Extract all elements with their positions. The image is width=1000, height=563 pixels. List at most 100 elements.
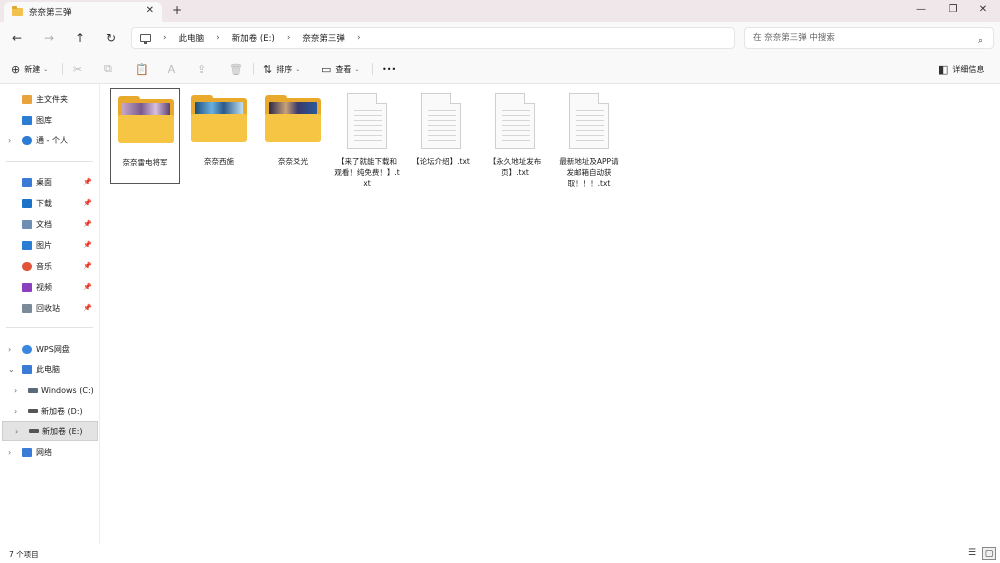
scissors-icon: ✂ xyxy=(73,62,83,76)
navigation-pane: 主文件夹 图库 › 通 - 个人 桌面 📌 下载 📌 文档 📌 图片 📌 音乐 … xyxy=(0,84,100,544)
chevron-right-icon[interactable]: › xyxy=(8,136,11,145)
share-icon: ⇪ xyxy=(197,62,207,76)
chevron-right-icon[interactable]: › xyxy=(8,448,11,457)
search-input[interactable]: 在 奈奈第三弹 中搜索 ⌕ xyxy=(744,27,994,49)
sidebar-item-music[interactable]: 音乐 📌 xyxy=(2,256,98,276)
file-name: 奈奈爻光 xyxy=(278,157,308,166)
drive-icon xyxy=(28,409,38,413)
more-options-button[interactable]: ••• xyxy=(382,62,396,76)
chevron-right-icon[interactable]: › xyxy=(14,386,17,395)
folder-icon xyxy=(118,96,174,143)
new-tab-button[interactable]: + xyxy=(172,3,182,17)
chevron-right-icon[interactable]: › xyxy=(163,33,167,43)
details-pane-button[interactable]: ◧ 详细信息 xyxy=(938,62,984,76)
tab-close-icon[interactable]: ✕ xyxy=(146,5,154,16)
file-list: 奈奈雷电将军 奈奈西施 奈奈爻光 【来了就能下载和观看！纯免费！】.txt 【论… xyxy=(101,84,1000,544)
sidebar-item-documents[interactable]: 文档 📌 xyxy=(2,214,98,234)
sidebar-item-wps-drive[interactable]: › WPS网盘 xyxy=(2,339,98,359)
folder-item[interactable]: 奈奈西施 xyxy=(184,88,254,184)
paste-button[interactable]: 📋 xyxy=(135,62,153,76)
cloud-icon xyxy=(22,135,32,145)
txt-file-item[interactable]: 最新地址及APP请发邮箱自动获取！！！.txt xyxy=(554,88,624,188)
copy-button[interactable]: ⧉ xyxy=(104,62,116,76)
chevron-right-icon[interactable]: › xyxy=(15,427,18,436)
gallery-icon xyxy=(22,115,32,125)
address-field[interactable]: › 此电脑 › 新加卷 (E:) › 奈奈第三弹 › xyxy=(131,27,735,49)
sidebar-item-onedrive[interactable]: › 通 - 个人 xyxy=(2,130,98,150)
sidebar-item-gallery[interactable]: 图库 xyxy=(2,110,98,130)
file-name: 【来了就能下载和观看！纯免费！】.txt xyxy=(334,157,400,188)
view-button[interactable]: ▭ 查看 ⌄ xyxy=(321,62,359,76)
share-button[interactable]: ⇪ xyxy=(197,62,210,76)
pin-icon: 📌 xyxy=(83,283,92,291)
sidebar-item-this-pc[interactable]: ⌄ 此电脑 xyxy=(2,359,98,379)
sidebar-item-videos[interactable]: 视频 📌 xyxy=(2,277,98,297)
file-name: 【论坛介绍】.txt xyxy=(412,157,470,166)
new-button-label: 新建 xyxy=(24,64,41,74)
minimize-button[interactable]: — xyxy=(906,2,936,18)
chevron-right-icon[interactable]: › xyxy=(357,33,361,43)
folder-item[interactable]: 奈奈爻光 xyxy=(258,88,328,184)
refresh-button[interactable]: ↻ xyxy=(103,30,119,46)
video-icon xyxy=(22,282,32,292)
back-button[interactable]: ← xyxy=(9,30,25,46)
folder-icon xyxy=(12,6,23,16)
sidebar-item-drive-c[interactable]: › Windows (C:) xyxy=(2,380,98,400)
sidebar-item-desktop[interactable]: 桌面 📌 xyxy=(2,172,98,192)
folder-item[interactable]: 奈奈雷电将军 xyxy=(110,88,180,184)
chevron-down-icon[interactable]: ⌄ xyxy=(8,365,15,374)
new-button[interactable]: ⊕ 新建 ⌄ xyxy=(11,62,48,76)
sidebar-item-label: 回收站 xyxy=(36,303,60,313)
command-bar: ⊕ 新建 ⌄ ✂ ⧉ 📋 Ａ ⇪ 🗑 ⇅ 排序 ⌄ ▭ 查看 ⌄ ••• ◧ 详… xyxy=(0,54,1000,84)
sidebar-item-network[interactable]: › 网络 xyxy=(2,442,98,462)
chevron-right-icon[interactable]: › xyxy=(216,33,220,43)
sidebar-item-drive-e[interactable]: › 新加卷 (E:) xyxy=(2,421,98,441)
file-name: 最新地址及APP请发邮箱自动获取！！！.txt xyxy=(559,157,619,188)
delete-button[interactable]: 🗑 xyxy=(229,62,247,76)
close-button[interactable]: ✕ xyxy=(968,2,998,18)
file-name: 奈奈雷电将军 xyxy=(122,158,168,167)
sidebar-item-label: 新加卷 (D:) xyxy=(41,406,83,416)
chevron-right-icon[interactable]: › xyxy=(14,407,17,416)
drive-icon xyxy=(29,429,39,433)
up-button[interactable]: ↑ xyxy=(72,30,88,46)
txt-file-item[interactable]: 【来了就能下载和观看！纯免费！】.txt xyxy=(332,88,402,188)
item-count: 7 个项目 xyxy=(9,550,39,559)
breadcrumb-this-pc[interactable]: 此电脑 xyxy=(179,32,205,44)
search-icon[interactable]: ⌕ xyxy=(978,31,983,51)
pin-icon: 📌 xyxy=(83,262,92,270)
cut-button[interactable]: ✂ xyxy=(73,62,86,76)
sidebar-item-drive-d[interactable]: › 新加卷 (D:) xyxy=(2,401,98,421)
computer-icon xyxy=(140,34,151,44)
file-name: 【永久地址发布页】.txt xyxy=(488,157,542,177)
file-name: 奈奈西施 xyxy=(204,157,234,166)
sidebar-item-recycle-bin[interactable]: 回收站 📌 xyxy=(2,298,98,318)
txt-file-item[interactable]: 【论坛介绍】.txt xyxy=(406,88,476,184)
chevron-right-icon[interactable]: › xyxy=(287,33,291,43)
details-view-button[interactable]: ☰ xyxy=(965,547,979,560)
clipboard-icon: 📋 xyxy=(135,62,149,76)
tab-current[interactable]: 奈奈第三弹 ✕ xyxy=(4,2,162,22)
network-icon xyxy=(22,447,32,457)
rename-button[interactable]: Ａ xyxy=(166,62,181,76)
sidebar-item-pictures[interactable]: 图片 📌 xyxy=(2,235,98,255)
sidebar-item-label: 新加卷 (E:) xyxy=(42,426,83,436)
sidebar-item-label: WPS网盘 xyxy=(36,344,70,354)
large-icons-view-button[interactable]: ▢ xyxy=(982,547,996,560)
desktop-icon xyxy=(22,177,32,187)
restore-button[interactable]: ❐ xyxy=(938,2,968,18)
sidebar-item-home[interactable]: 主文件夹 xyxy=(2,89,98,109)
sidebar-item-label: 图库 xyxy=(36,115,52,125)
pin-icon: 📌 xyxy=(83,199,92,207)
sidebar-item-downloads[interactable]: 下载 📌 xyxy=(2,193,98,213)
txt-file-item[interactable]: 【永久地址发布页】.txt xyxy=(480,88,550,184)
sort-button[interactable]: ⇅ 排序 ⌄ xyxy=(263,62,300,76)
copy-icon: ⧉ xyxy=(104,62,112,75)
rename-icon: Ａ xyxy=(166,63,177,76)
breadcrumb-drive-e[interactable]: 新加卷 (E:) xyxy=(232,32,275,44)
breadcrumb-current-folder[interactable]: 奈奈第三弹 xyxy=(302,32,345,44)
chevron-right-icon[interactable]: › xyxy=(8,345,11,354)
details-button-label: 详细信息 xyxy=(952,64,985,74)
picture-icon xyxy=(22,240,32,250)
forward-button[interactable]: → xyxy=(41,30,57,46)
